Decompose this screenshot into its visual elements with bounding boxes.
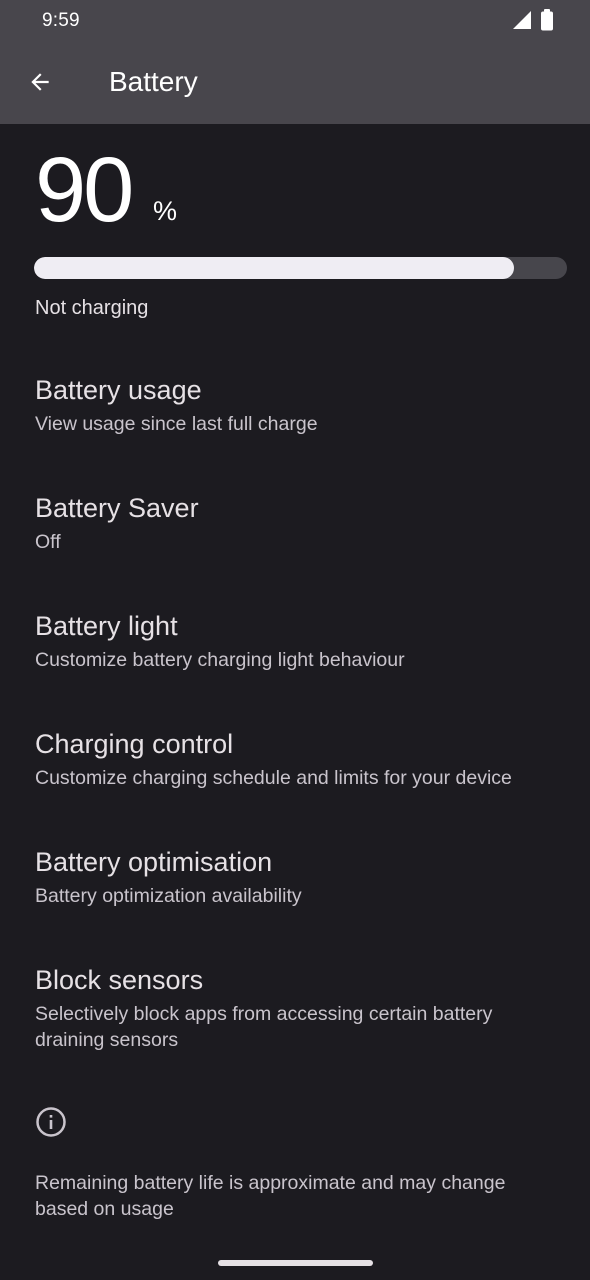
pref-battery-light[interactable]: Battery light Customize battery charging… (0, 609, 590, 673)
pref-battery-saver[interactable]: Battery Saver Off (0, 491, 590, 555)
status-bar: 9:59 (0, 0, 590, 44)
pref-summary: Customize charging schedule and limits f… (35, 767, 512, 789)
pref-summary: Battery optimization availability (35, 885, 302, 907)
pref-title: Battery light (35, 611, 178, 641)
pref-summary: Customize battery charging light behavio… (35, 649, 405, 671)
battery-level-bar-fill (34, 257, 514, 279)
signal-icon (512, 10, 532, 35)
battery-level-value: 90 (35, 139, 134, 241)
page-title: Battery (109, 66, 198, 97)
back-button[interactable] (16, 60, 64, 108)
pref-title: Battery usage (35, 375, 202, 405)
pref-summary: Selectively block apps from accessing ce… (35, 1003, 493, 1051)
battery-percent-sign: % (153, 196, 178, 226)
pref-charging-control[interactable]: Charging control Customize charging sche… (0, 727, 590, 791)
pref-battery-usage[interactable]: Battery usage View usage since last full… (0, 373, 590, 437)
charging-status: Not charging (35, 297, 149, 319)
gesture-nav-handle[interactable] (218, 1260, 373, 1266)
pref-summary: View usage since last full charge (35, 413, 318, 435)
pref-title: Charging control (35, 729, 234, 759)
arrow-left-icon (27, 69, 53, 100)
pref-title: Battery optimisation (35, 847, 273, 877)
battery-icon (540, 8, 554, 36)
app-bar: Battery (0, 44, 590, 124)
info-icon (35, 1106, 67, 1138)
status-time: 9:59 (42, 10, 80, 31)
battery-footer-note: Remaining battery life is approximate an… (35, 1172, 506, 1220)
pref-title: Block sensors (35, 965, 204, 995)
pref-battery-optimisation[interactable]: Battery optimisation Battery optimizatio… (0, 845, 590, 909)
pref-block-sensors[interactable]: Block sensors Selectively block apps fro… (0, 963, 590, 1053)
status-icons (512, 8, 554, 36)
pref-title: Battery Saver (35, 493, 199, 523)
pref-summary: Off (35, 531, 61, 553)
battery-level-bar (34, 257, 567, 279)
